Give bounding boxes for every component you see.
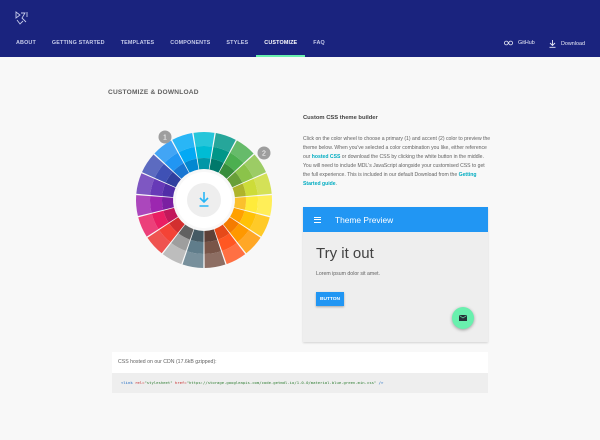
color-swatch[interactable] [186,239,204,254]
tab-customize[interactable]: CUSTOMIZE [256,36,306,57]
mdl-logo-icon[interactable] [14,10,30,26]
color-swatch[interactable] [256,195,272,217]
color-swatch[interactable] [162,196,174,210]
tab-getting-started[interactable]: GETTING STARTED [44,36,113,57]
code-val-rel: "stylesheet" [144,380,173,385]
email-icon [459,315,467,321]
theme-preview-card: Theme Preview Try it out Lorem ipsum dol… [303,207,488,342]
site-header: ABOUT GETTING STARTED TEMPLATES COMPONEN… [0,0,600,57]
tab-styles[interactable]: STYLES [218,36,256,57]
color-swatch[interactable] [136,195,152,217]
color-swatch[interactable] [197,158,211,170]
tab-about[interactable]: ABOUT [8,36,44,57]
cdn-code-box[interactable]: <link rel="stylesheet" href="https://sto… [112,373,488,393]
hosted-css-link[interactable]: hosted CSS [312,154,341,160]
code-tag-open: <link [121,380,136,385]
color-wheel[interactable]: 12 [124,120,284,280]
color-swatch[interactable] [244,196,258,213]
preview-button[interactable]: BUTTON [316,292,344,306]
color-swatch[interactable] [234,196,246,210]
tab-templates[interactable]: TEMPLATES [113,36,163,57]
accent-marker-label: 2 [262,151,266,158]
preview-fab-button[interactable] [452,307,474,329]
page-title: CUSTOMIZE & DOWNLOAD [108,89,199,96]
github-link[interactable]: GitHub [504,40,535,46]
download-label: Download [561,41,585,47]
color-swatch[interactable] [150,196,164,213]
main-nav: ABOUT GETTING STARTED TEMPLATES COMPONEN… [8,36,333,57]
tab-faq[interactable]: FAQ [305,36,333,57]
menu-icon[interactable] [314,216,321,223]
github-icon [504,40,513,46]
preview-heading: Try it out [316,245,374,262]
code-attr-href: href= [172,380,187,385]
primary-marker-label: 1 [163,135,167,142]
cdn-label-box: CSS hosted on our CDN (17.6kB gzipped): [112,352,488,373]
download-icon [549,40,556,48]
preview-app-bar: Theme Preview [303,207,488,232]
color-swatch[interactable] [193,132,215,147]
cdn-code-snippet: <link rel="stylesheet" href="https://sto… [121,380,383,385]
color-swatch[interactable] [195,146,213,159]
code-tag-close: /> [376,380,384,385]
download-link[interactable]: Download [549,40,585,48]
code-val-href: "https://storage.googleapis.com/code.get… [186,380,377,385]
theme-builder-description: Click on the color wheel to choose a pri… [303,135,491,189]
theme-builder-title: Custom CSS theme builder [303,115,378,121]
tab-components[interactable]: COMPONENTS [162,36,218,57]
preview-title: Theme Preview [335,214,394,225]
cdn-label: CSS hosted on our CDN (17.6kB gzipped): [118,359,217,365]
preview-text: Lorem ipsum dolor sit amet. [316,271,381,277]
github-label: GitHub [518,40,535,46]
color-swatch[interactable] [204,239,222,254]
description-text-3: . [335,181,337,187]
